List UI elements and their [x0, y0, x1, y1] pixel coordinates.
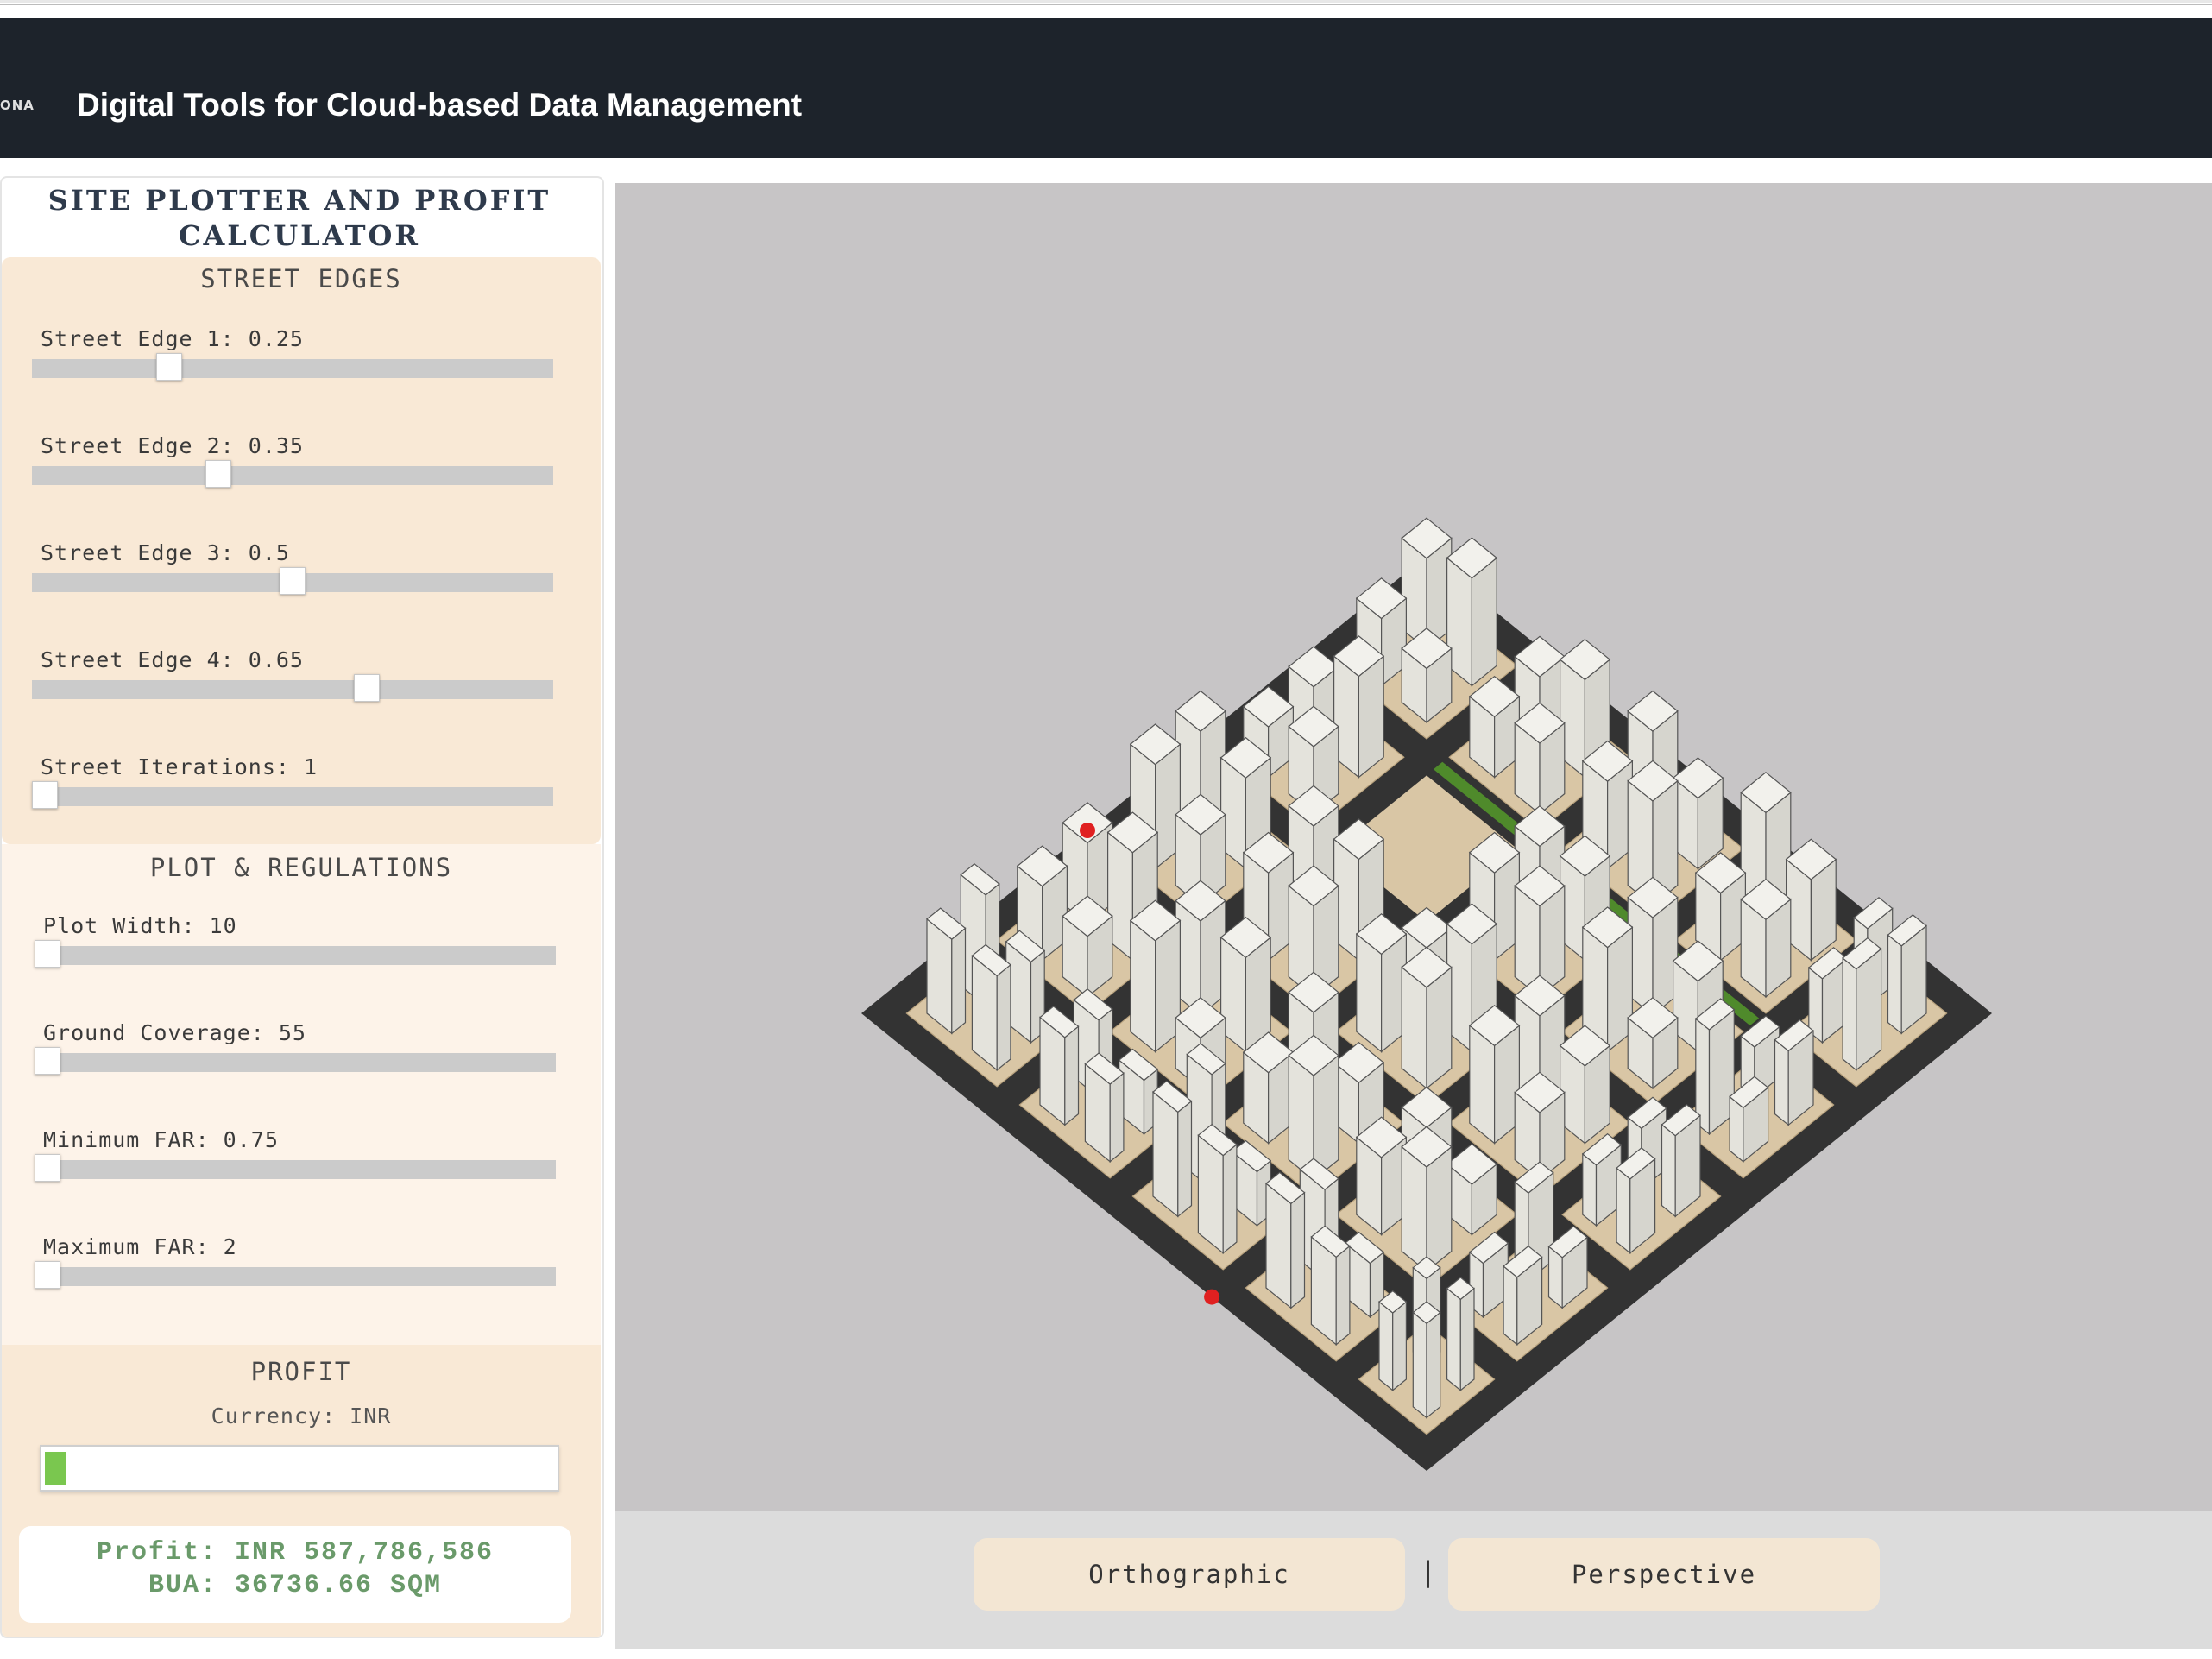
profit-meter — [40, 1445, 559, 1492]
building-side — [1401, 966, 1427, 1090]
panel-title: SITE PLOTTER AND PROFIT CALCULATOR — [47, 184, 551, 252]
slider-thumb[interactable] — [35, 1047, 60, 1075]
building-side — [1378, 1301, 1394, 1391]
view-toolbar — [615, 1511, 2212, 1649]
minimum-far-slider[interactable] — [35, 1154, 556, 1182]
street-edge-4-slider[interactable] — [32, 674, 553, 702]
slider-thumb[interactable] — [35, 940, 60, 968]
maximum-far-slider[interactable] — [35, 1261, 556, 1289]
building-side — [1335, 1245, 1351, 1346]
building-side — [1446, 1287, 1461, 1391]
building-side — [1109, 1072, 1125, 1163]
building-side — [1774, 1038, 1789, 1126]
plot-regulations-section: PLOT & REGULATIONS Plot Width: 10 Ground… — [2, 844, 601, 1345]
building-side — [1401, 1145, 1427, 1273]
building-side — [1426, 1145, 1453, 1273]
result-box: Profit: INR 587,786,586 BUA: 36736.66 SQ… — [19, 1526, 571, 1623]
building-side — [1582, 1152, 1598, 1227]
street-edge-4-label: Street Edge 4: 0.65 — [41, 647, 304, 672]
3d-viewport[interactable] — [615, 183, 2212, 1511]
building-side — [1459, 1287, 1475, 1391]
street-edge-1-slider[interactable] — [32, 353, 553, 381]
building-side — [1265, 1182, 1292, 1309]
building-side — [1177, 1100, 1193, 1218]
building-side — [1222, 1143, 1238, 1254]
street-iterations-label: Street Iterations: 1 — [41, 754, 318, 779]
building-side — [1887, 933, 1902, 1035]
building-side — [951, 927, 967, 1035]
plot-regulations-heading: PLOT & REGULATIONS — [149, 853, 453, 882]
slider-thumb[interactable] — [354, 674, 380, 702]
profit-meter-fill — [45, 1452, 66, 1485]
app-title: Digital Tools for Cloud-based Data Manag… — [77, 87, 803, 123]
site-3d-model[interactable] — [615, 183, 2212, 1511]
bua-value: BUA: 36736.66 SQM — [148, 1571, 443, 1600]
street-edge-3-slider[interactable] — [32, 567, 553, 595]
building-side — [1358, 654, 1384, 779]
building-side — [1426, 1311, 1441, 1419]
slider-thumb[interactable] — [156, 353, 182, 381]
slider-thumb[interactable] — [280, 567, 306, 595]
street-edge-1-label: Street Edge 1: 0.25 — [41, 326, 304, 351]
street-edges-section: STREET EDGES Street Edge 1: 0.25 Street … — [2, 257, 601, 844]
building-side — [1856, 948, 1882, 1071]
street-edge-2-label: Street Edge 2: 0.35 — [41, 433, 304, 458]
ground-coverage-slider[interactable] — [35, 1047, 556, 1075]
street-edge-marker[interactable] — [1204, 1289, 1220, 1305]
building-side — [1290, 1191, 1306, 1309]
ground-coverage-label: Ground Coverage: 55 — [43, 1020, 306, 1045]
perspective-button[interactable]: Perspective — [1448, 1538, 1880, 1611]
building-side — [1392, 1301, 1408, 1391]
building-side — [1426, 966, 1453, 1090]
minimum-far-label: Minimum FAR: 0.75 — [43, 1127, 279, 1152]
building-side — [1471, 557, 1497, 687]
slider-thumb[interactable] — [32, 781, 58, 809]
browser-top-edge — [0, 0, 2212, 3]
street-iterations-slider[interactable] — [32, 781, 553, 809]
building-side — [996, 963, 1011, 1071]
plot-width-label: Plot Width: 10 — [43, 913, 237, 938]
orthographic-button[interactable]: Orthographic — [974, 1538, 1405, 1611]
building-side — [1412, 1311, 1427, 1419]
app-header: ONA Digital Tools for Cloud-based Data M… — [0, 18, 2212, 158]
plot-width-slider[interactable] — [35, 940, 556, 968]
street-edges-heading: STREET EDGES — [200, 264, 402, 293]
building-side — [1130, 919, 1156, 1053]
building-side — [1503, 1265, 1518, 1346]
building-side — [1152, 1090, 1179, 1218]
slider-thumb[interactable] — [35, 1154, 60, 1182]
slider-thumb[interactable] — [35, 1261, 60, 1289]
logo: ONA — [0, 98, 35, 113]
view-separator: | — [1420, 1555, 1437, 1588]
slider-thumb[interactable] — [205, 460, 231, 488]
profit-value: Profit: INR 587,786,586 — [96, 1538, 495, 1568]
profit-heading: PROFIT — [250, 1357, 352, 1386]
street-edge-2-slider[interactable] — [32, 460, 553, 488]
street-edge-3-label: Street Edge 3: 0.5 — [41, 540, 290, 565]
browser-top-line — [0, 4, 2212, 5]
building-side — [1842, 956, 1857, 1071]
controls-panel: SITE PLOTTER AND PROFIT CALCULATOR STREE… — [0, 176, 604, 1638]
street-edge-marker[interactable] — [1080, 823, 1095, 838]
building-side — [1661, 1123, 1676, 1218]
building-side — [1616, 1166, 1631, 1254]
currency-label: Currency: INR — [211, 1404, 392, 1429]
maximum-far-label: Maximum FAR: 2 — [43, 1234, 237, 1259]
building-side — [1064, 1025, 1080, 1126]
